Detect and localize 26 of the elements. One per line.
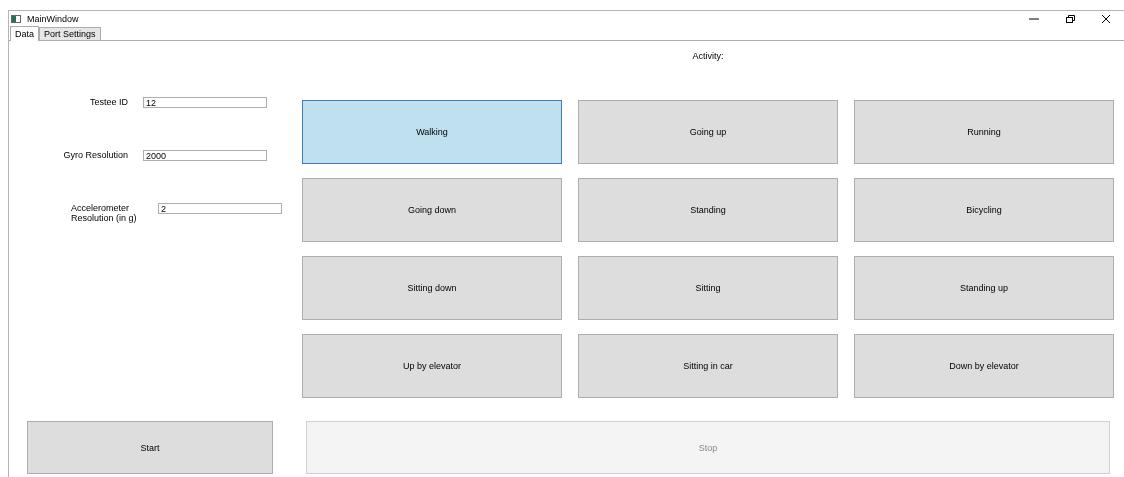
activity-button[interactable]: Down by elevator	[854, 334, 1114, 398]
input-field[interactable]: 2000	[143, 150, 267, 161]
activity-button[interactable]: Standing up	[854, 256, 1114, 320]
activity-label: Activity:	[691, 50, 725, 63]
window-icon	[11, 15, 21, 23]
field-label: Gyro Resolution	[62, 150, 129, 160]
start-button[interactable]: Start	[27, 421, 273, 474]
activity-button[interactable]: Walking	[302, 100, 562, 164]
field-label: Testee ID	[88, 97, 129, 107]
tab[interactable]: Data	[10, 26, 39, 41]
close-icon	[1101, 14, 1111, 24]
restore-icon	[1065, 14, 1075, 24]
activity-button[interactable]: Standing	[578, 178, 838, 242]
activity-button[interactable]: Bicycling	[854, 178, 1114, 242]
activity-button[interactable]: Up by elevator	[302, 334, 562, 398]
window-title: MainWindow	[27, 14, 80, 24]
input-field[interactable]: 2	[158, 203, 282, 214]
activity-button[interactable]: Sitting down	[302, 256, 562, 320]
tab[interactable]: Port Settings	[39, 27, 101, 40]
field-label: Accelerometer Resolution (in g)	[70, 203, 138, 223]
input-field[interactable]: 12	[143, 97, 267, 108]
activity-button[interactable]: Sitting	[578, 256, 838, 320]
activity-button[interactable]: Going down	[302, 178, 562, 242]
activity-button[interactable]: Sitting in car	[578, 334, 838, 398]
activity-button[interactable]: Going up	[578, 100, 838, 164]
activity-button[interactable]: Running	[854, 100, 1114, 164]
